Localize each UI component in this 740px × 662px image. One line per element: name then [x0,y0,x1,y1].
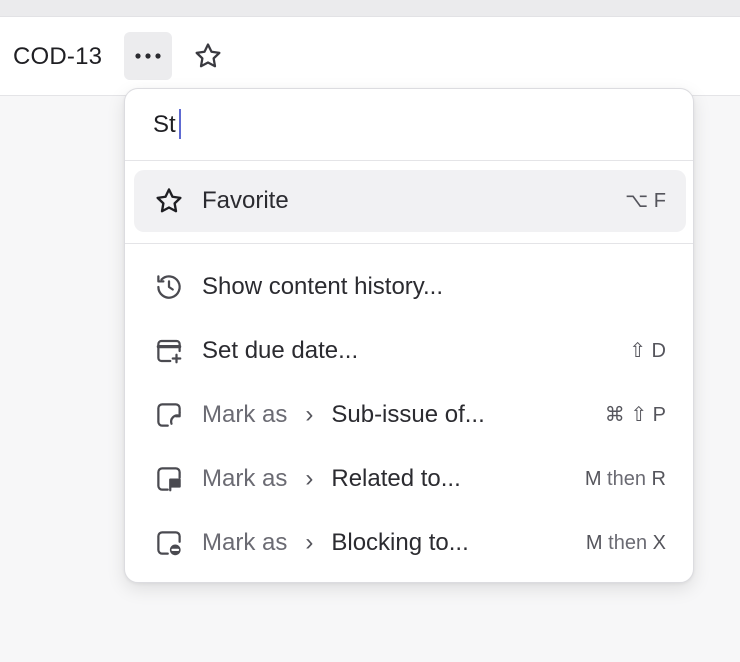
window-top-strip [0,0,740,17]
shortcut-key: R [651,468,666,490]
shortcut-key: X [652,532,666,554]
favorite-star-button[interactable] [186,34,230,78]
menu-item-target: Blocking to... [331,529,469,556]
issue-id: COD-13 [13,43,103,70]
menu-item-label: Mark as › Related to... [202,464,461,494]
issue-header: COD-13 [0,17,740,96]
calendar-add-icon [152,334,186,368]
history-icon [152,270,186,304]
command-search-input[interactable] [153,108,653,142]
menu-item-set-due-date[interactable]: Set due date... ⇧ D [134,320,686,382]
menu-item-label: Set due date... [202,337,359,364]
related-icon [152,462,186,496]
menu-item-label: Mark as › Sub-issue of... [202,400,485,430]
menu-item-favorite[interactable]: Favorite ⌥ F [134,170,686,232]
star-icon [152,184,186,218]
star-icon [195,43,221,68]
menu-item-show-content-history[interactable]: Show content history... [134,256,686,318]
menu-item-shortcut: M then R [585,466,666,492]
menu-item-prefix: Mark as [202,401,288,428]
more-options-button[interactable] [124,32,172,80]
menu-item-label: Mark as › Blocking to... [202,528,469,558]
sub-issue-icon [152,398,186,432]
text-caret [179,109,181,139]
blocking-icon [152,526,186,560]
shortcut-key: M [585,532,603,554]
menu-item-target: Related to... [331,465,461,492]
chevron-right-icon: › [305,465,314,492]
menu-item-prefix: Mark as [202,465,288,492]
command-search [125,89,693,161]
shortcut-then: then [608,532,648,554]
menu-item-shortcut: ⌥ F [625,190,666,212]
menu-item-target: Sub-issue of... [331,401,485,428]
command-menu: Favorite ⌥ F Show content history... Set… [124,88,694,583]
more-horizontal-icon [135,53,161,59]
menu-item-label: Favorite [202,187,289,214]
menu-item-mark-sub-issue[interactable]: Mark as › Sub-issue of... ⌘ ⇧ P [134,384,686,446]
menu-item-shortcut: ⇧ D [629,340,666,362]
menu-item-shortcut: M then X [586,530,666,556]
menu-divider [125,243,693,244]
chevron-right-icon: › [305,401,314,428]
menu-item-prefix: Mark as [202,529,288,556]
menu-item-mark-related[interactable]: Mark as › Related to... M then R [134,448,686,510]
menu-item-label: Show content history... [202,273,444,300]
menu-item-shortcut: ⌘ ⇧ P [604,404,666,426]
chevron-right-icon: › [305,529,314,556]
shortcut-key: M [584,468,602,490]
menu-item-mark-blocking[interactable]: Mark as › Blocking to... M then X [134,512,686,574]
shortcut-then: then [607,468,646,490]
